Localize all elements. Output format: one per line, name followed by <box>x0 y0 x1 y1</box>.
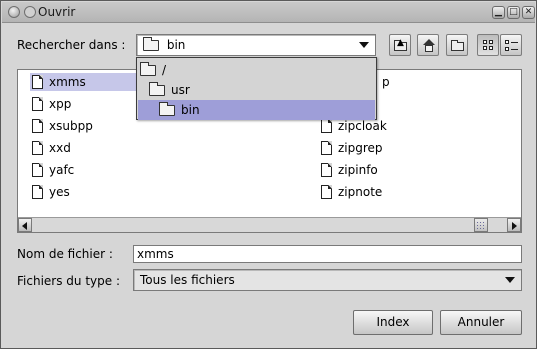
look-in-combo[interactable]: bin <box>136 34 376 56</box>
open-button[interactable]: Index <box>353 310 433 335</box>
list-view-icon <box>483 40 494 51</box>
list-item[interactable]: yafc <box>30 161 74 179</box>
window-menu-icon[interactable] <box>8 6 20 18</box>
scrollbar-thumb[interactable] <box>473 218 488 232</box>
list-item[interactable]: xxd <box>30 139 71 157</box>
file-name: yes <box>49 185 70 199</box>
home-button[interactable] <box>417 34 439 56</box>
file-icon <box>32 97 43 111</box>
file-icon <box>321 185 332 199</box>
file-icon <box>32 141 43 155</box>
file-icon <box>32 119 43 133</box>
file-name: p <box>382 75 390 89</box>
file-name: zipinfo <box>338 163 378 177</box>
folder-icon <box>149 81 165 96</box>
list-item[interactable]: p <box>380 73 390 91</box>
list-item[interactable]: xpp <box>30 95 71 113</box>
list-item[interactable]: zipgrep <box>319 139 383 157</box>
list-item[interactable]: xmms <box>30 73 140 91</box>
list-item[interactable]: yes <box>30 183 70 201</box>
option-label: bin <box>181 103 200 117</box>
new-folder-icon <box>451 40 464 51</box>
file-icon <box>321 163 332 177</box>
look-in-selected: bin <box>166 38 186 52</box>
minimize-icon[interactable]: ▁ <box>492 6 505 19</box>
list-view-button[interactable] <box>477 34 499 56</box>
look-in-option-root[interactable]: / <box>138 60 375 80</box>
window-title: Ouvrir <box>38 5 76 19</box>
cancel-button[interactable]: Annuler <box>440 310 522 335</box>
maximize-icon[interactable]: □ <box>507 6 520 19</box>
file-icon <box>32 185 43 199</box>
scroll-left-button[interactable] <box>18 218 32 232</box>
look-in-option-bin[interactable]: bin <box>138 100 375 120</box>
new-folder-button[interactable] <box>446 34 468 56</box>
up-one-level-button[interactable]: ▲ <box>389 34 411 56</box>
details-view-icon <box>505 40 518 52</box>
filename-field[interactable]: xmms <box>133 245 522 263</box>
chevron-down-icon <box>505 277 515 283</box>
file-name: xsubpp <box>49 119 93 133</box>
close-icon[interactable]: ✕ <box>522 6 535 19</box>
open-dialog: Ouvrir ▁ □ ✕ Rechercher dans : bin ▲ xmm… <box>0 0 537 349</box>
window-shade-icon[interactable] <box>24 6 36 18</box>
file-name: xpp <box>49 97 72 111</box>
home-body-icon <box>425 45 433 52</box>
file-name: xxd <box>49 141 71 155</box>
file-name: xmms <box>49 75 86 89</box>
option-label: / <box>162 63 167 77</box>
list-item[interactable]: zipnote <box>319 183 382 201</box>
look-in-option-usr[interactable]: usr <box>138 80 375 100</box>
grip-icon <box>475 221 486 230</box>
list-item[interactable]: zipinfo <box>319 161 378 179</box>
file-name: zipnote <box>338 185 383 199</box>
details-view-button[interactable] <box>500 34 522 56</box>
chevron-down-icon <box>359 42 369 48</box>
file-name: zipgrep <box>338 141 383 155</box>
look-in-value-wrap: bin <box>143 37 186 52</box>
filetype-label: Fichiers du type : <box>17 274 120 288</box>
file-icon <box>321 119 332 133</box>
filetype-combo[interactable]: Tous les fichiers <box>133 269 522 291</box>
folder-icon <box>143 37 159 51</box>
filename-label: Nom de fichier : <box>17 247 113 261</box>
file-icon <box>32 75 43 89</box>
folder-icon <box>159 101 175 116</box>
title-bar[interactable]: Ouvrir ▁ □ ✕ <box>2 2 535 23</box>
filetype-value: Tous les fichiers <box>140 273 235 287</box>
folder-icon <box>140 61 156 76</box>
list-item[interactable]: xsubpp <box>30 117 93 135</box>
file-name: zipcloak <box>338 119 387 133</box>
horizontal-scrollbar[interactable] <box>18 217 521 232</box>
scroll-right-button[interactable] <box>507 218 521 232</box>
look-in-label: Rechercher dans : <box>17 38 126 52</box>
option-label: usr <box>171 83 190 97</box>
file-icon <box>321 141 332 155</box>
file-icon <box>32 163 43 177</box>
file-name: yafc <box>49 163 75 177</box>
up-arrow-icon: ▲ <box>397 38 404 48</box>
look-in-popup[interactable]: / usr bin <box>136 57 377 120</box>
